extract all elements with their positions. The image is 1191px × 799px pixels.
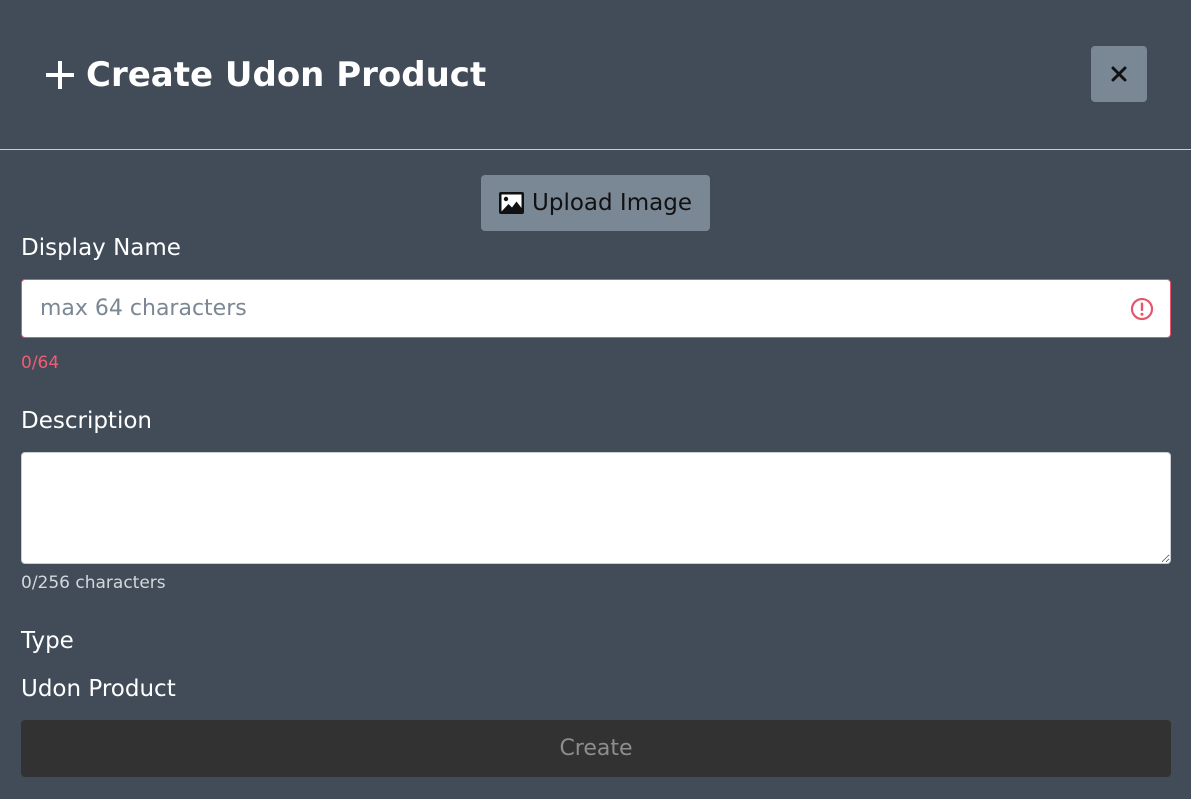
create-button[interactable]: Create bbox=[21, 720, 1171, 777]
display-name-input[interactable] bbox=[22, 280, 1170, 337]
description-label: Description bbox=[21, 408, 152, 434]
display-name-field-wrapper bbox=[21, 279, 1171, 338]
description-textarea[interactable] bbox=[21, 452, 1171, 564]
display-name-label: Display Name bbox=[21, 235, 181, 261]
type-label: Type bbox=[21, 628, 74, 654]
display-name-counter: 0/64 bbox=[21, 353, 60, 373]
alert-circle-icon bbox=[1130, 297, 1154, 321]
upload-image-button[interactable]: Upload Image bbox=[481, 175, 710, 231]
dialog-title: Create Udon Product bbox=[86, 55, 487, 95]
dialog-header: Create Udon Product bbox=[0, 0, 1191, 150]
close-button[interactable] bbox=[1091, 46, 1147, 102]
upload-image-label: Upload Image bbox=[532, 190, 692, 216]
image-icon bbox=[499, 192, 525, 214]
plus-icon bbox=[46, 61, 74, 89]
description-counter: 0/256 characters bbox=[21, 573, 166, 593]
close-icon bbox=[1111, 66, 1127, 82]
dialog-title-group: Create Udon Product bbox=[44, 52, 486, 98]
type-value: Udon Product bbox=[21, 676, 176, 702]
